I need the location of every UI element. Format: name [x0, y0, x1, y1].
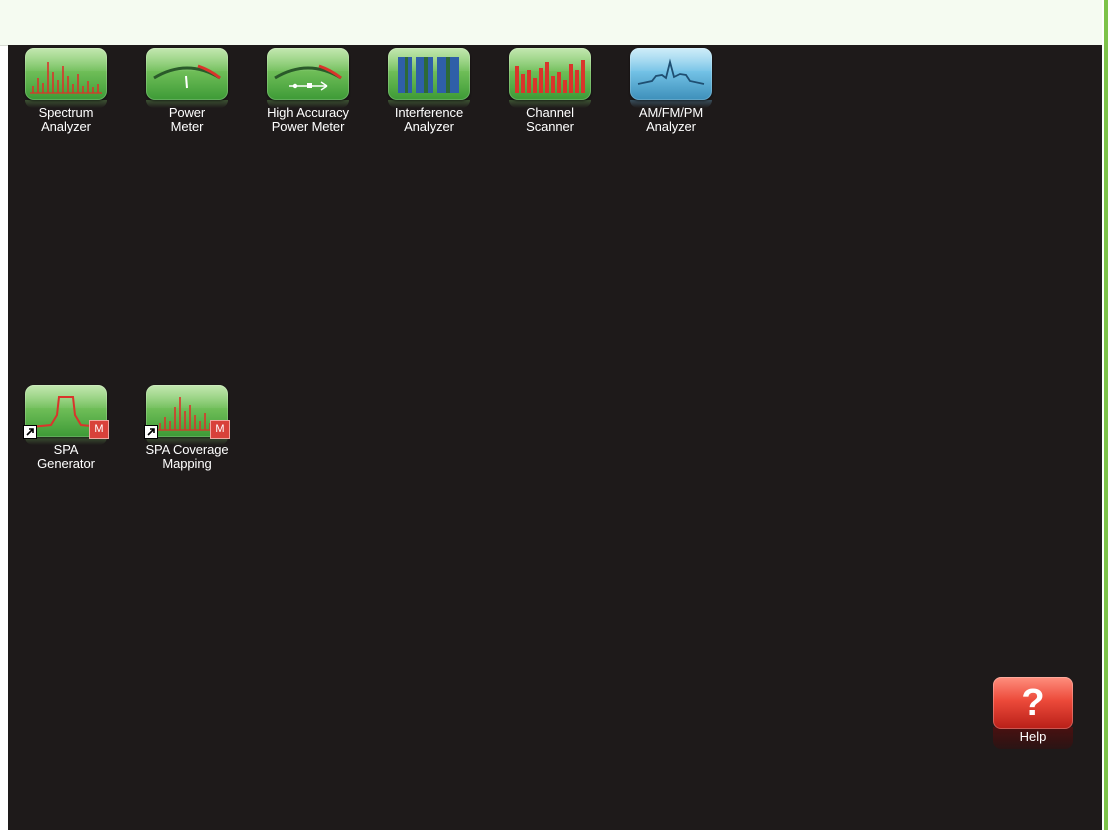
app-interference-analyzer[interactable]: Interference Analyzer: [374, 48, 484, 134]
app-label: Spectrum Analyzer: [38, 105, 94, 134]
top-status-bar: [0, 0, 1102, 46]
app-label: AM/FM/PM Analyzer: [638, 105, 704, 134]
app-channel-scanner[interactable]: Channel Scanner: [495, 48, 605, 134]
shortcut-arrow-icon: [23, 425, 37, 439]
app-label: Channel Scanner: [526, 105, 574, 134]
app-launcher-desktop: Spectrum Analyzer Power Meter High Accur…: [8, 45, 1102, 830]
pulse-trace-icon: M: [23, 385, 109, 439]
modulation-waveform-icon: [630, 48, 712, 100]
app-label: Power Meter: [168, 105, 206, 134]
app-spectrum-analyzer[interactable]: Spectrum Analyzer: [11, 48, 121, 134]
app-label: SPA Generator: [37, 442, 95, 471]
right-edge-accent: [1104, 0, 1108, 830]
shortcut-arrow-icon: [144, 425, 158, 439]
app-am-fm-pm-analyzer[interactable]: AM/FM/PM Analyzer: [616, 48, 726, 134]
help-label: Help: [993, 727, 1073, 749]
app-label: SPA Coverage Mapping: [145, 442, 229, 471]
app-spa-generator[interactable]: M SPA Generator: [11, 385, 121, 471]
app-spa-coverage-mapping[interactable]: M SPA Coverage Mapping: [132, 385, 242, 471]
mode-badge: M: [89, 420, 109, 439]
spectrum-bars-icon: [25, 48, 107, 100]
app-high-accuracy-power-meter[interactable]: High Accuracy Power Meter: [253, 48, 363, 134]
help-question-icon: ?: [993, 677, 1073, 729]
spectrogram-bars-icon: [388, 48, 470, 100]
app-label: High Accuracy Power Meter: [267, 105, 349, 134]
channel-bars-icon: [509, 48, 591, 100]
app-power-meter[interactable]: Power Meter: [132, 48, 242, 134]
mode-badge: M: [210, 420, 230, 439]
power-gauge-icon: [146, 48, 228, 100]
coverage-spectrum-icon: M: [144, 385, 230, 439]
help-button[interactable]: ? Help: [993, 677, 1073, 749]
usb-power-gauge-icon: [267, 48, 349, 100]
app-label: Interference Analyzer: [394, 105, 464, 134]
